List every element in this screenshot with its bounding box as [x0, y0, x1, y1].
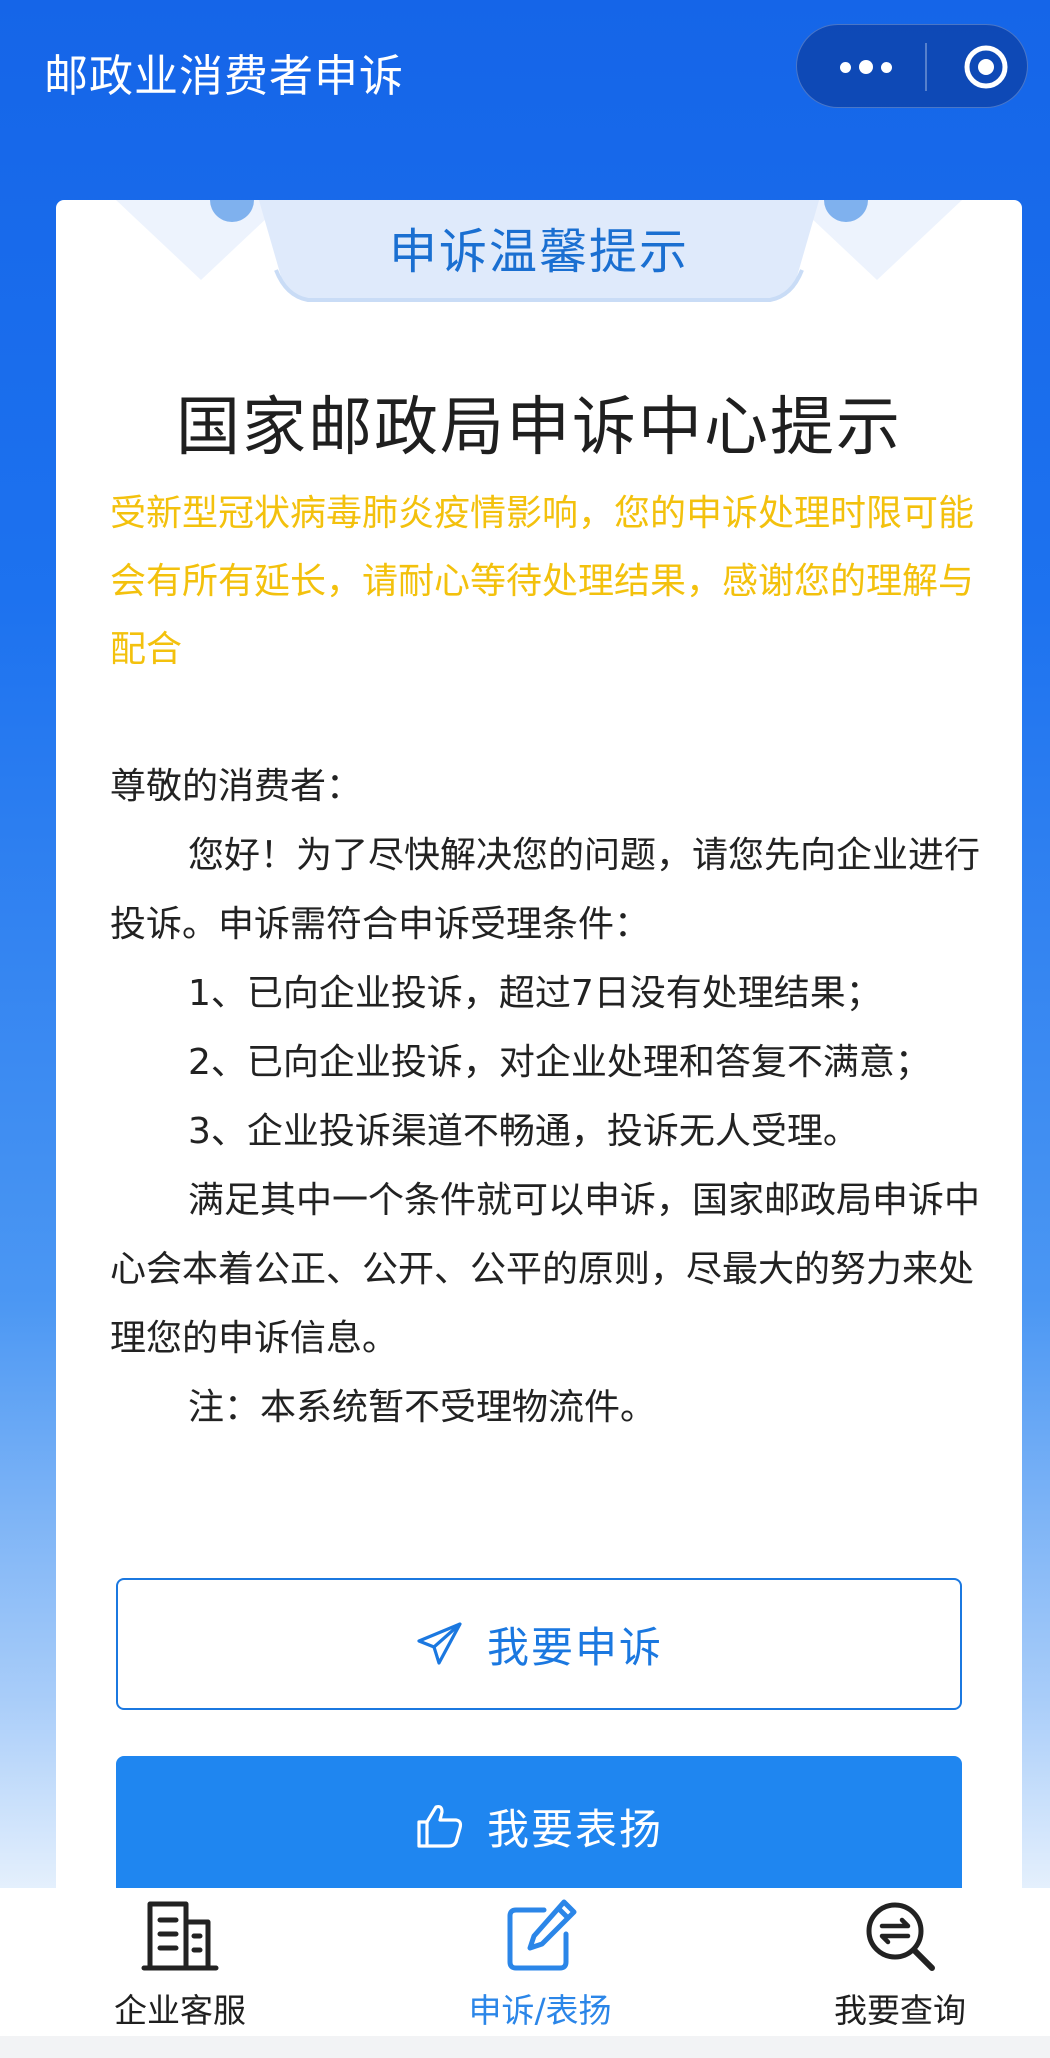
tab-label: 我要查询: [834, 1991, 966, 2030]
building-icon: [141, 1901, 219, 1971]
note-text: 注：本系统暂不受理物流件。: [188, 1387, 657, 1428]
praise-button-label: 我要表扬: [486, 1804, 663, 1854]
bottom-tab-bar: 企业客服 申诉/表扬 我要查询: [0, 1888, 1050, 2036]
complaint-instructions: 尊敬的消费者： 您好！为了尽快解决您的问题，请您先向企业进行投诉。申诉需符合申诉…: [110, 752, 980, 1442]
praise-button[interactable]: 我要表扬: [116, 1756, 962, 1900]
tab-enterprise-service[interactable]: 企业客服: [50, 1888, 310, 2036]
home-indicator-area: [0, 2036, 1050, 2058]
app-title: 邮政业消费者申诉: [44, 51, 404, 102]
tab-label: 企业客服: [114, 1991, 246, 2030]
ribbon-title: 申诉温馨提示: [388, 224, 689, 280]
more-dots-icon[interactable]: [831, 45, 901, 89]
greeting-text: 尊敬的消费者：: [110, 766, 363, 807]
epidemic-notice: 受新型冠状病毒肺炎疫情影响，您的申诉处理时限可能会有所有延长，请耐心等待处理结果…: [110, 493, 975, 670]
tab-query[interactable]: 我要查询: [770, 1888, 1030, 2036]
page-heading: 国家邮政局申诉中心提示: [176, 391, 902, 465]
edit-icon: [507, 1899, 577, 1971]
nav-bar: 邮政业消费者申诉: [0, 0, 1050, 140]
condition-item: 3、企业投诉渠道不畅通，投诉无人受理。: [188, 1111, 859, 1152]
target-circle-icon[interactable]: [962, 43, 1010, 91]
search-exchange-icon: [866, 1902, 935, 1971]
condition-item: 2、已向企业投诉，对企业处理和答复不满意；: [188, 1042, 931, 1083]
mini-program-capsule: [796, 24, 1028, 108]
intro-text: 您好！为了尽快解决您的问题，请您先向企业进行投诉。申诉需符合申诉受理条件：: [110, 835, 981, 945]
tab-label: 申诉/表扬: [468, 1991, 612, 2030]
paper-plane-icon: [417, 1622, 462, 1665]
notice-card: 申诉温馨提示 国家邮政局申诉中心提示 受新型冠状病毒肺炎疫情影响，您的申诉处理时…: [56, 200, 1022, 1900]
thumbs-up-icon: [417, 1804, 463, 1848]
closing-text: 满足其中一个条件就可以申诉，国家邮政局申诉中心会本着公正、公开、公平的原则，尽最…: [110, 1180, 981, 1359]
tab-complaint-praise[interactable]: 申诉/表扬: [410, 1888, 670, 2036]
capsule-divider: [925, 43, 927, 91]
complaint-button-label: 我要申诉: [486, 1622, 663, 1672]
condition-item: 1、已向企业投诉，超过7日没有处理结果；: [188, 973, 882, 1014]
complaint-button[interactable]: 我要申诉: [116, 1578, 962, 1710]
